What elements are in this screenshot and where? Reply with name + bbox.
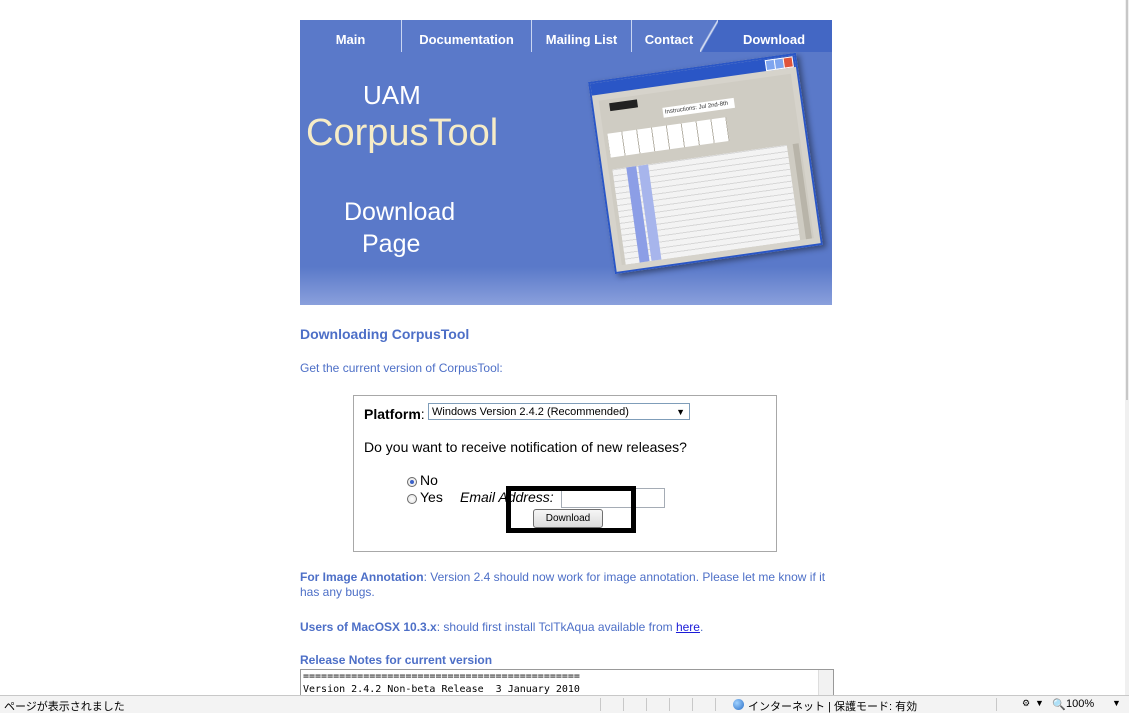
globe-icon — [733, 699, 744, 710]
close-icon — [782, 56, 794, 69]
tab-mailing-list[interactable]: Mailing List — [532, 20, 632, 52]
top-nav: Main Documentation Mailing List Contact … — [300, 20, 832, 52]
hero-download-word: Download — [344, 198, 456, 226]
page-scrollbar-thumb[interactable] — [1126, 0, 1128, 400]
app-screenshot-image: Instructions: Jul 2nd-8th — [588, 52, 823, 275]
zoom-level[interactable]: 100% — [1066, 698, 1094, 710]
zoom-icon[interactable]: 🔍 — [1052, 698, 1066, 711]
status-divider — [669, 698, 670, 711]
hero-banner: UAM CorpusTool Download Page Instruction… — [300, 52, 832, 305]
hero-corpustool-title: CorpusTool — [306, 112, 499, 154]
macosx-lead: Users of MacOSX 10.3.x — [300, 620, 437, 634]
image-annotation-lead: For Image Annotation — [300, 570, 424, 584]
radio-no[interactable] — [407, 477, 417, 487]
app-project-button — [609, 99, 639, 112]
release-notes-scrollbar[interactable] — [818, 670, 833, 698]
highlight-box — [506, 486, 636, 533]
protected-mode-icon[interactable]: ⚙ — [1022, 698, 1030, 709]
tab-main[interactable]: Main — [300, 20, 402, 52]
radio-no-label: No — [420, 472, 438, 488]
radio-yes-label: Yes — [420, 489, 443, 505]
radio-yes[interactable] — [407, 494, 417, 504]
macosx-text: : should first install TclTkAqua availab… — [436, 620, 676, 634]
status-divider — [996, 698, 997, 711]
tab-download[interactable]: Download — [700, 20, 832, 52]
hero-download-page: Download Page — [344, 196, 455, 260]
notification-question: Do you want to receive notification of n… — [364, 439, 687, 455]
chevron-down-icon[interactable]: ▼ — [1035, 698, 1044, 708]
app-window: Instructions: Jul 2nd-8th — [588, 52, 823, 275]
status-divider — [623, 698, 624, 711]
hero-uam-title: UAM — [363, 80, 421, 110]
tab-documentation[interactable]: Documentation — [402, 20, 532, 52]
downloading-heading: Downloading CorpusTool — [300, 326, 470, 342]
platform-select[interactable]: Windows Version 2.4.2 (Recommended) ▼ — [428, 403, 690, 420]
image-annotation-note: For Image Annotation: Version 2.4 should… — [300, 570, 840, 600]
security-zone-text[interactable]: インターネット | 保護モード: 有効 — [748, 698, 917, 714]
platform-label: Platform: — [364, 406, 425, 422]
window-controls — [764, 56, 794, 72]
platform-select-value: Windows Version 2.4.2 (Recommended) — [432, 406, 629, 418]
status-divider — [600, 698, 601, 711]
status-bar: ページが表示されました インターネット | 保護モード: 有効 ⚙ ▼ 🔍 10… — [0, 695, 1129, 713]
intro-text: Get the current version of CorpusTool: — [300, 361, 503, 375]
status-divider — [646, 698, 647, 711]
tab-contact[interactable]: Contact — [632, 20, 706, 52]
release-notes-heading: Release Notes for current version — [300, 653, 493, 667]
chevron-down-icon: ▼ — [676, 407, 685, 417]
app-instructions-field: Instructions: Jul 2nd-8th — [662, 97, 736, 118]
chevron-down-icon[interactable]: ▼ — [1112, 698, 1121, 708]
status-divider — [715, 698, 716, 711]
platform-label-text: Platform — [364, 406, 421, 422]
tcltkaqua-link[interactable]: here — [676, 620, 700, 634]
release-notes-text: ========================================… — [303, 671, 580, 695]
app-grid — [607, 117, 730, 158]
status-divider — [692, 698, 693, 711]
hero-page-word: Page — [362, 230, 421, 258]
macosx-note: Users of MacOSX 10.3.x: should first ins… — [300, 620, 704, 634]
app-window-body: Instructions: Jul 2nd-8th — [598, 73, 814, 266]
status-text: ページが表示されました — [4, 701, 125, 713]
